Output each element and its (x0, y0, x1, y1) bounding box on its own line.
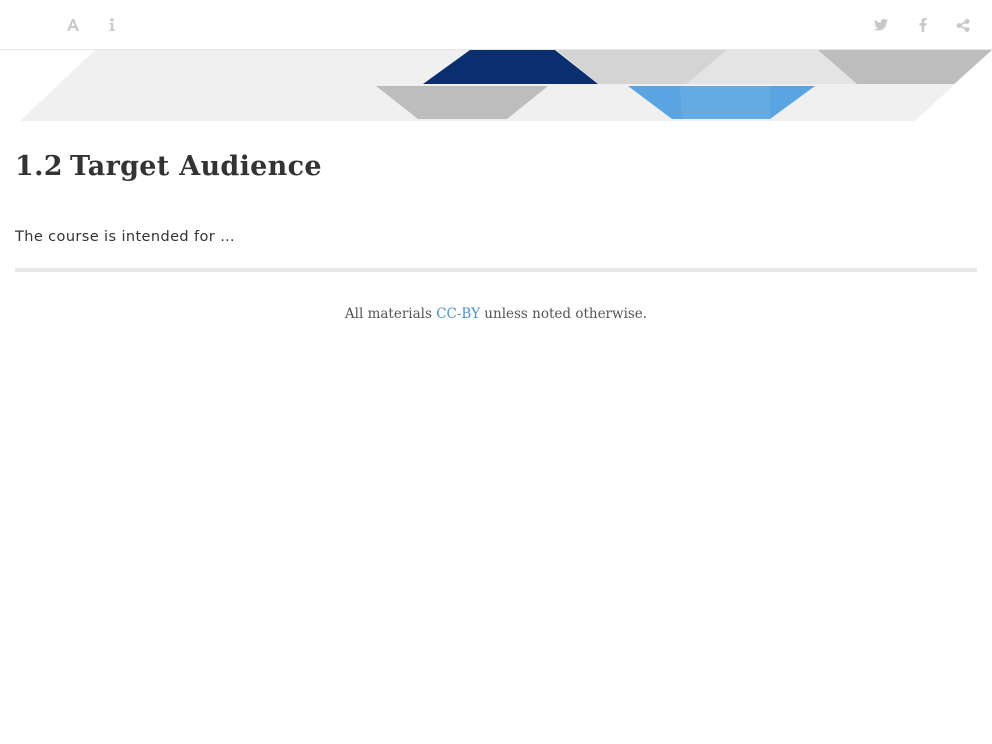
banner-light-blue-shade (680, 86, 770, 119)
content-divider (15, 268, 977, 272)
main-content: 1.2 Target Audience The course is intende… (15, 125, 977, 324)
footer-suffix: unless noted otherwise. (480, 306, 648, 322)
twitter-share-button[interactable] (869, 13, 893, 37)
section-title: Target Audience (70, 151, 322, 182)
twitter-icon (874, 19, 888, 31)
info-button[interactable] (100, 13, 124, 37)
info-icon (108, 18, 116, 32)
font-settings-icon (66, 18, 80, 32)
license-footer: All materials CC-BY unless noted otherwi… (15, 304, 977, 324)
top-toolbar (0, 0, 992, 50)
license-link[interactable]: CC-BY (436, 306, 480, 322)
decorative-banner (0, 50, 992, 125)
banner-graphic (20, 50, 992, 121)
facebook-share-button[interactable] (911, 13, 935, 37)
footer-prefix: All materials (344, 306, 437, 322)
font-settings-button[interactable] (61, 13, 85, 37)
facebook-icon (919, 18, 927, 32)
share-button[interactable] (951, 13, 975, 37)
section-heading: 1.2 Target Audience (15, 148, 977, 186)
share-icon (956, 18, 970, 32)
body-paragraph: The course is intended for … (15, 229, 236, 245)
section-number: 1.2 (15, 151, 63, 182)
